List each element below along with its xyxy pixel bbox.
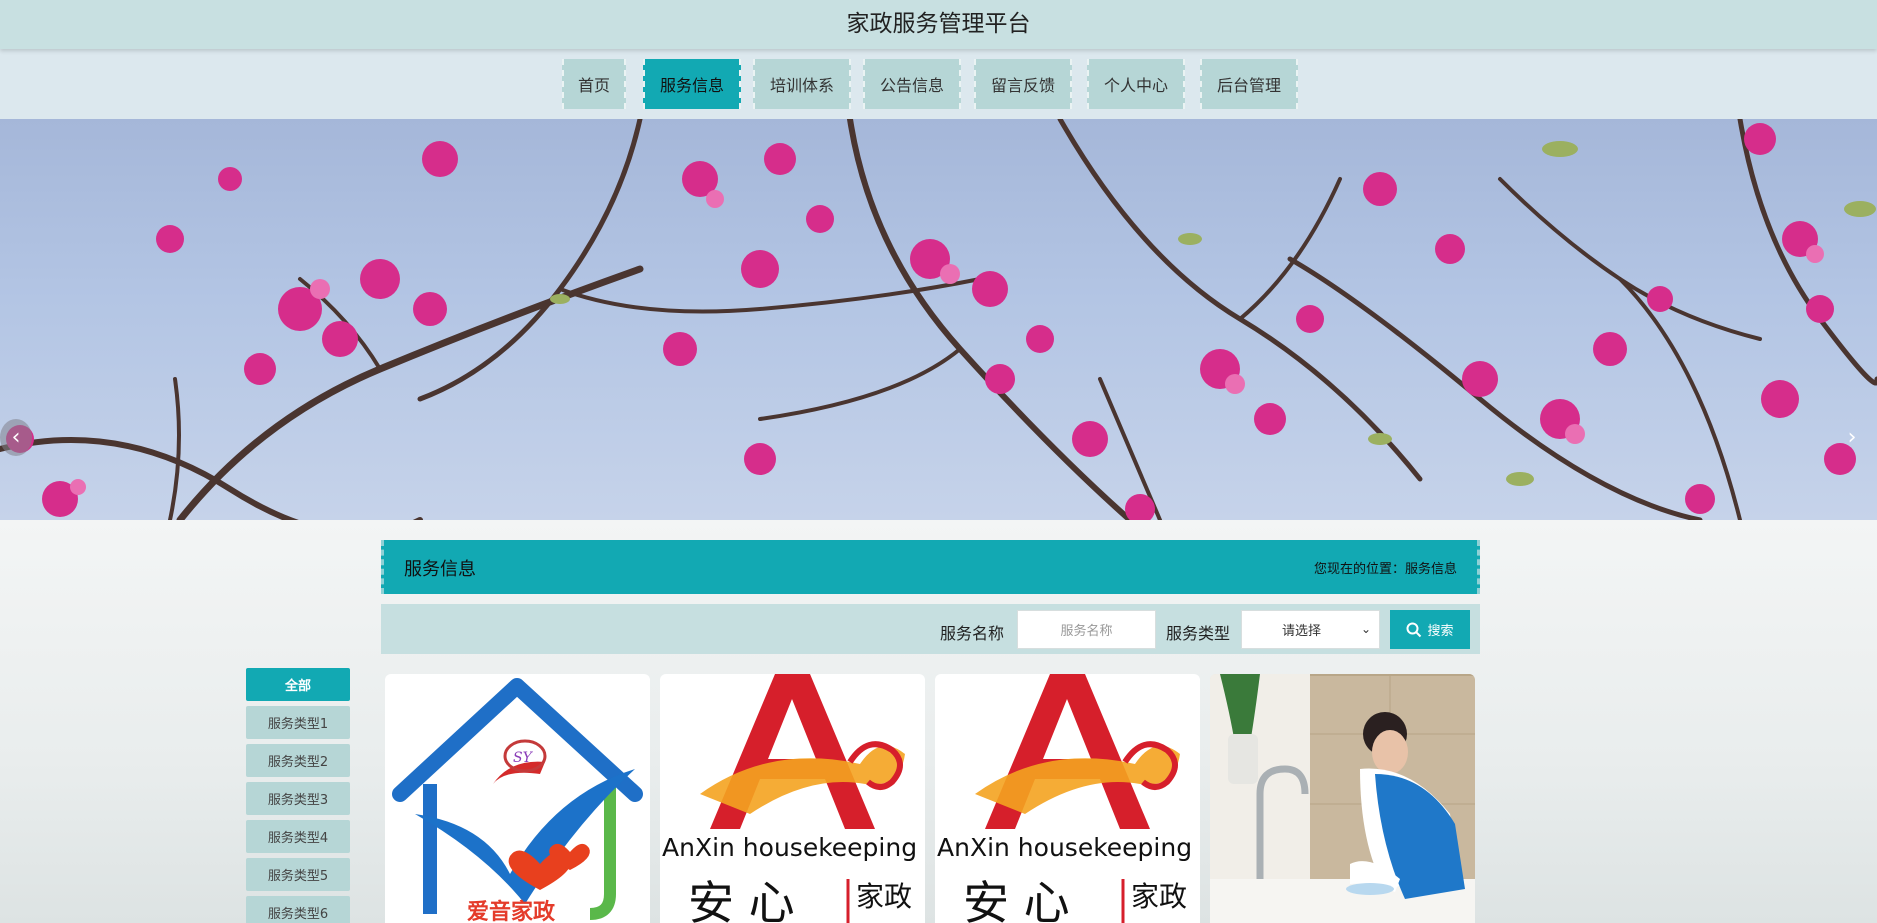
category-all[interactable]: 全部 — [246, 668, 350, 701]
service-card[interactable]: AnXin housekeeping 安 心 家政 — [660, 674, 925, 923]
service-type-label: 服务类型 — [1166, 624, 1231, 643]
service-type-select[interactable]: 请选择 ⌄ — [1241, 610, 1380, 649]
nav-training[interactable]: 培训体系 — [753, 59, 851, 109]
service-card[interactable]: AnXin housekeeping 安 心 家政 — [935, 674, 1200, 923]
aiyi-logo-image: SY 爱音家政 — [392, 678, 643, 923]
card-logo-cn: 安 心 — [963, 876, 1070, 923]
card-logo-cn2: 家政 — [1131, 880, 1187, 913]
nav-announcements[interactable]: 公告信息 — [863, 59, 961, 109]
card-logo-text: 爱音家政 — [467, 899, 556, 923]
card-logo-text: AnXin housekeeping — [937, 833, 1192, 862]
service-name-input[interactable]: 服务名称 — [1017, 610, 1156, 649]
search-button-label: 搜索 — [1427, 624, 1454, 639]
card-logo-cn2: 家政 — [856, 880, 912, 913]
nav-admin[interactable]: 后台管理 — [1200, 59, 1298, 109]
cleaning-worker-image — [1210, 674, 1475, 923]
site-title: 家政服务管理平台 — [846, 11, 1031, 37]
breadcrumb: 您现在的位置：服务信息 — [1313, 562, 1457, 577]
chevron-left-icon: ‹ — [11, 425, 21, 450]
service-card[interactable] — [1210, 674, 1475, 923]
service-name-label: 服务名称 — [940, 624, 1005, 643]
search-bar: 服务名称 服务名称 服务类型 请选择 ⌄ 搜索 — [381, 604, 1480, 654]
card-logo-text: AnXin housekeeping — [662, 833, 917, 862]
svg-text:SY: SY — [513, 750, 534, 766]
category-type-4[interactable]: 服务类型4 — [246, 820, 350, 853]
search-icon — [1406, 622, 1422, 637]
chevron-right-icon: › — [1847, 425, 1857, 450]
category-type-5[interactable]: 服务类型5 — [246, 858, 350, 891]
top-header: 家政服务管理平台 — [0, 0, 1877, 49]
anxin-logo-image: AnXin housekeeping 安 心 家政 — [937, 674, 1192, 923]
banner-prev-button[interactable]: ‹ — [0, 419, 32, 456]
card-logo-cn: 安 心 — [688, 876, 795, 923]
banner-carousel[interactable]: ‹ › — [0, 119, 1877, 520]
anxin-logo-image: AnXin housekeeping 安 心 家政 — [662, 674, 917, 923]
category-type-6[interactable]: 服务类型6 — [246, 896, 350, 923]
nav-personal-center[interactable]: 个人中心 — [1087, 59, 1185, 109]
banner-image — [0, 119, 1877, 520]
nav-feedback[interactable]: 留言反馈 — [974, 59, 1072, 109]
service-card[interactable]: SY 爱音家政 — [385, 674, 650, 923]
category-type-3[interactable]: 服务类型3 — [246, 782, 350, 815]
section-header: 服务信息 您现在的位置：服务信息 — [381, 540, 1480, 594]
main-nav: 首页 服务信息 培训体系 公告信息 留言反馈 个人中心 后台管理 — [0, 59, 1877, 109]
chevron-down-icon: ⌄ — [1360, 622, 1371, 636]
nav-service-info[interactable]: 服务信息 — [643, 59, 741, 109]
search-button[interactable]: 搜索 — [1390, 610, 1470, 649]
category-type-1[interactable]: 服务类型1 — [246, 706, 350, 739]
nav-home[interactable]: 首页 — [562, 59, 626, 109]
service-type-selected: 请选择 — [1282, 624, 1322, 639]
section-title: 服务信息 — [404, 559, 476, 580]
category-type-2[interactable]: 服务类型2 — [246, 744, 350, 777]
banner-next-button[interactable]: › — [1836, 419, 1868, 456]
